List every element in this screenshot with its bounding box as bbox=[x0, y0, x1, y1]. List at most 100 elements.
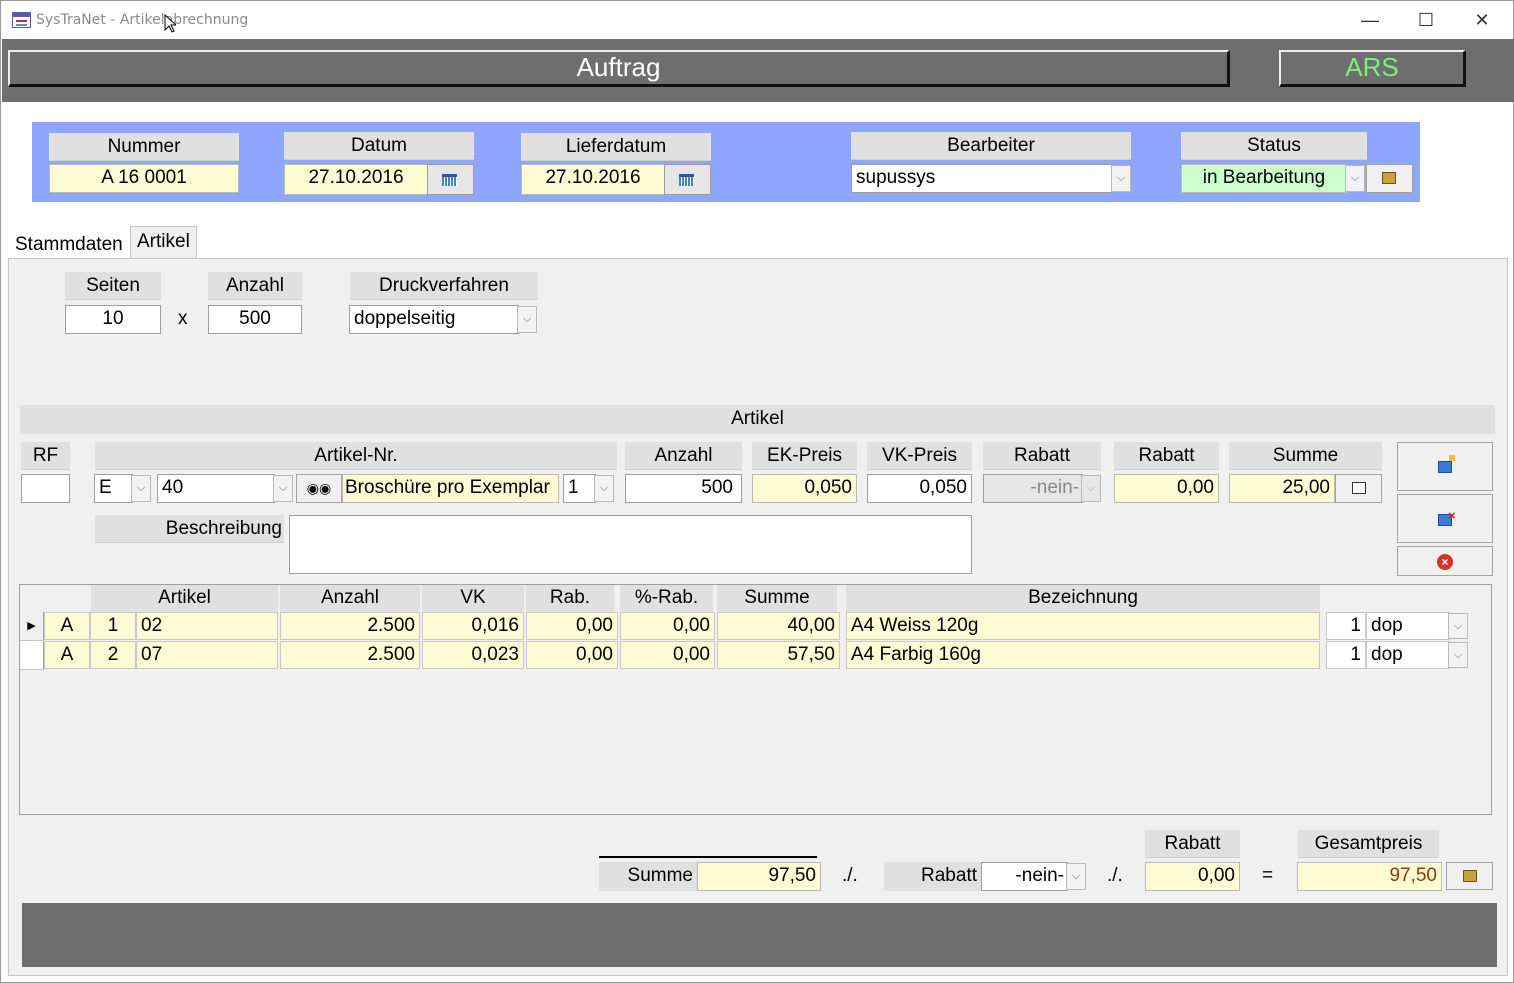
artikel-search-button[interactable]: ◉◉ bbox=[296, 474, 342, 503]
folder-icon bbox=[1463, 870, 1477, 882]
application-window: SysTraNet - Artikelabrechnung — ☐ ✕ Auft… bbox=[0, 0, 1514, 983]
record-selector[interactable] bbox=[20, 641, 44, 670]
lieferdatum-label: Lieferdatum bbox=[521, 133, 711, 161]
add-position-button[interactable] bbox=[1397, 442, 1493, 491]
datum-field[interactable]: 27.10.2016 bbox=[284, 164, 428, 195]
status-select[interactable]: in Bearbeitung bbox=[1181, 164, 1347, 193]
col-header-prozent-rab: %-Rab. bbox=[620, 585, 713, 612]
druck-anzahl-label: Anzahl bbox=[208, 272, 302, 300]
artikel-variante-select[interactable]: 1 bbox=[563, 474, 596, 503]
row-pos[interactable]: 2 bbox=[90, 641, 136, 669]
close-button[interactable]: ✕ bbox=[1454, 1, 1510, 39]
ek-preis-field[interactable]: 0,050 bbox=[752, 474, 857, 503]
vk-preis-field[interactable]: 0,050 bbox=[867, 474, 972, 503]
maximize-button[interactable]: ☐ bbox=[1398, 1, 1454, 39]
row-anzahl[interactable]: 2.500 bbox=[280, 612, 420, 640]
rf-field[interactable] bbox=[21, 474, 70, 503]
datum-label: Datum bbox=[284, 132, 474, 160]
artikel-typ-select[interactable]: E bbox=[94, 474, 133, 503]
artikel-summe-field[interactable]: 25,00 bbox=[1229, 474, 1335, 503]
delete-position-button[interactable]: × bbox=[1397, 494, 1493, 543]
app-icon bbox=[12, 12, 31, 28]
row-summe[interactable]: 40,00 bbox=[717, 612, 840, 640]
summe-edit-button[interactable] bbox=[1335, 474, 1382, 503]
row-summe[interactable]: 57,50 bbox=[717, 641, 840, 669]
total-summe-label: Summe bbox=[599, 862, 697, 891]
datum-calendar-button[interactable] bbox=[427, 164, 474, 195]
mouse-cursor-icon bbox=[164, 14, 176, 33]
record-selector-icon[interactable]: ▶ bbox=[20, 612, 44, 641]
beschreibung-label: Beschreibung bbox=[95, 515, 284, 543]
table-row[interactable]: A 2 07 2.500 0,023 0,00 0,00 57,50 A4 Fa… bbox=[20, 641, 1491, 671]
row-bezeichnung[interactable]: A4 Farbig 160g bbox=[846, 641, 1320, 669]
row-prozent-rab[interactable]: 0,00 bbox=[620, 612, 715, 640]
row-vk[interactable]: 0,023 bbox=[422, 641, 524, 669]
row-druck-select[interactable]: dop bbox=[1366, 641, 1450, 669]
col-header-summe: Summe bbox=[717, 585, 837, 612]
total-summe-field[interactable]: 97,50 bbox=[697, 862, 821, 891]
druckverfahren-dropdown-button[interactable]: ⌵ bbox=[517, 306, 537, 333]
row-typ[interactable]: A bbox=[44, 612, 90, 640]
artikel-nr-label: Artikel-Nr. bbox=[95, 442, 617, 470]
druck-anzahl-field[interactable]: 500 bbox=[208, 305, 302, 334]
cancel-button[interactable]: × bbox=[1397, 546, 1493, 576]
row-menge[interactable]: 1 bbox=[1326, 641, 1366, 669]
separator-2: ./. bbox=[1107, 865, 1123, 886]
status-action-button[interactable] bbox=[1366, 164, 1413, 193]
row-artikel[interactable]: 07 bbox=[136, 641, 278, 669]
beschreibung-field[interactable] bbox=[289, 515, 972, 574]
artikel-nr-dropdown-button[interactable]: ⌵ bbox=[273, 475, 293, 502]
title-bar: SysTraNet - Artikelabrechnung — ☐ ✕ bbox=[1, 1, 1513, 39]
col-header-rab: Rab. bbox=[526, 585, 614, 612]
druckverfahren-label: Druckverfahren bbox=[350, 272, 538, 300]
status-dropdown-button[interactable]: ⌵ bbox=[1345, 165, 1365, 192]
row-typ[interactable]: A bbox=[44, 641, 90, 669]
nummer-label: Nummer bbox=[49, 133, 239, 161]
gesamtpreis-action-button[interactable] bbox=[1446, 862, 1493, 890]
row-rab[interactable]: 0,00 bbox=[526, 612, 618, 640]
nummer-field[interactable]: A 16 0001 bbox=[49, 164, 239, 193]
status-label: Status bbox=[1181, 132, 1367, 160]
row-anzahl[interactable]: 2.500 bbox=[280, 641, 420, 669]
rabatt-type-dropdown-button[interactable]: ⌵ bbox=[1081, 475, 1101, 502]
total-rabatt-select[interactable]: -nein- bbox=[981, 862, 1068, 891]
gesamtpreis-field[interactable]: 97,50 bbox=[1297, 862, 1442, 891]
artikel-typ-dropdown-button[interactable]: ⌵ bbox=[131, 475, 151, 502]
artikel-anzahl-field[interactable]: 500 bbox=[625, 474, 742, 503]
total-rabatt-value-field[interactable]: 0,00 bbox=[1145, 862, 1240, 891]
artikel-bezeichnung-field[interactable]: Broschüre pro Exemplar bbox=[342, 474, 559, 503]
minimize-button[interactable]: — bbox=[1342, 1, 1398, 39]
tab-artikel[interactable]: Artikel bbox=[130, 226, 197, 259]
binoculars-icon: ◉◉ bbox=[306, 480, 332, 496]
row-pos[interactable]: 1 bbox=[90, 612, 136, 640]
rabatt-value-field[interactable]: 0,00 bbox=[1114, 474, 1219, 503]
total-rabatt-dropdown-button[interactable]: ⌵ bbox=[1066, 863, 1086, 890]
rabatt-type-label: Rabatt bbox=[983, 442, 1101, 470]
row-bezeichnung[interactable]: A4 Weiss 120g bbox=[846, 612, 1320, 640]
bearbeiter-select[interactable]: supussys bbox=[851, 164, 1113, 193]
artikel-anzahl-label: Anzahl bbox=[625, 442, 742, 470]
row-druck-dropdown-button[interactable]: ⌵ bbox=[1448, 642, 1468, 668]
lieferdatum-field[interactable]: 27.10.2016 bbox=[521, 164, 665, 195]
artikel-nr-select[interactable]: 40 bbox=[157, 474, 275, 503]
bearbeiter-dropdown-button[interactable]: ⌵ bbox=[1111, 165, 1131, 192]
row-rab[interactable]: 0,00 bbox=[526, 641, 618, 669]
calendar-icon bbox=[679, 174, 694, 186]
rabatt-value-label: Rabatt bbox=[1114, 442, 1219, 470]
row-vk[interactable]: 0,016 bbox=[422, 612, 524, 640]
seiten-field[interactable]: 10 bbox=[65, 305, 161, 334]
tab-stammdaten[interactable]: Stammdaten bbox=[8, 230, 130, 258]
rabatt-type-select[interactable]: -nein- bbox=[983, 474, 1083, 503]
row-menge[interactable]: 1 bbox=[1326, 612, 1366, 640]
lieferdatum-calendar-button[interactable] bbox=[664, 164, 711, 195]
druckverfahren-select[interactable]: doppelseitig bbox=[349, 305, 519, 334]
folder-icon bbox=[1382, 172, 1396, 184]
cancel-circle-icon: × bbox=[1437, 554, 1453, 570]
row-prozent-rab[interactable]: 0,00 bbox=[620, 641, 715, 669]
row-druck-dropdown-button[interactable]: ⌵ bbox=[1448, 613, 1468, 639]
row-artikel[interactable]: 02 bbox=[136, 612, 278, 640]
row-druck-select[interactable]: dop bbox=[1366, 612, 1450, 640]
artikel-variante-dropdown-button[interactable]: ⌵ bbox=[594, 475, 614, 502]
table-row[interactable]: ▶ A 1 02 2.500 0,016 0,00 0,00 40,00 A4 … bbox=[20, 612, 1491, 642]
separator-1: ./. bbox=[842, 865, 858, 886]
